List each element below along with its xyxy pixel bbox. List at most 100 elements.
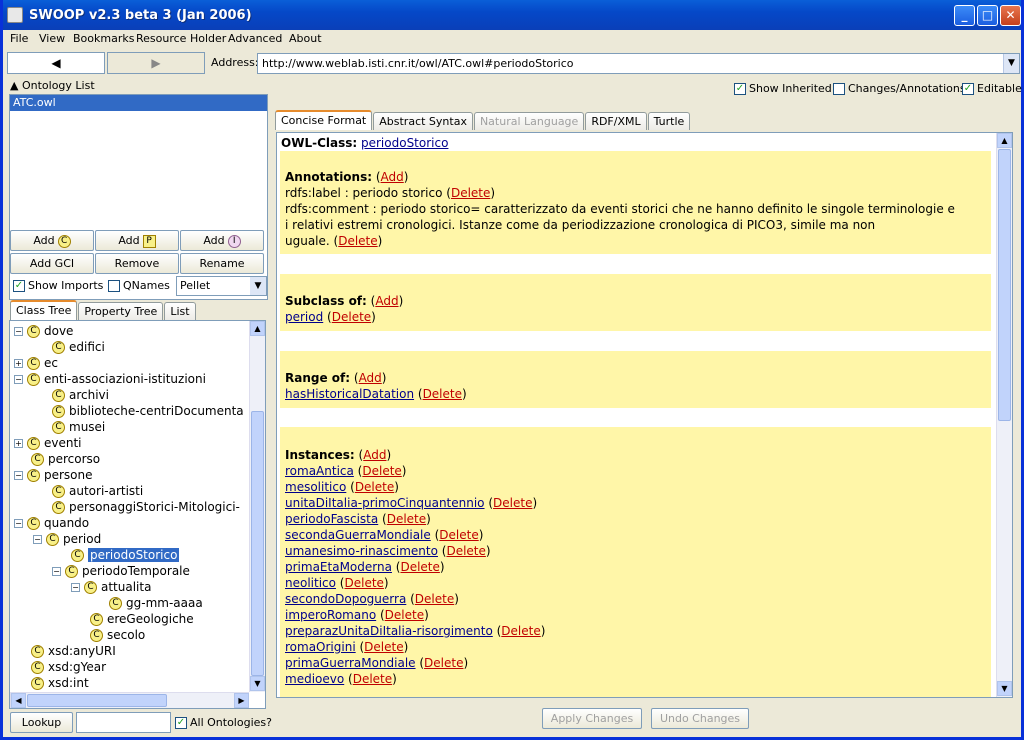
tab-abstract-syntax[interactable]: Abstract Syntax bbox=[373, 112, 473, 130]
tree-node[interactable]: − Cattualita bbox=[71, 579, 151, 595]
tree-node[interactable]: + Ceventi bbox=[14, 435, 82, 451]
instance-link[interactable]: primaGuerraMondiale bbox=[285, 656, 416, 670]
add-instance-link[interactable]: Add bbox=[363, 448, 386, 462]
collapse-icon[interactable]: − bbox=[14, 471, 23, 480]
tree-node[interactable]: Cautori-artisti bbox=[52, 483, 143, 499]
menu-file[interactable]: File bbox=[10, 32, 28, 45]
forward-button[interactable]: ▶ bbox=[107, 52, 205, 74]
editable-checkbox[interactable]: ✓ Editable bbox=[962, 82, 1022, 95]
show-inherited-checkbox[interactable]: ✓ Show Inherited bbox=[734, 82, 832, 95]
close-button[interactable]: ✕ bbox=[1000, 5, 1021, 26]
instance-link[interactable]: mesolitico bbox=[285, 480, 346, 494]
instance-link[interactable]: imperoRomano bbox=[285, 608, 376, 622]
tab-property-tree[interactable]: Property Tree bbox=[78, 302, 164, 320]
delete-link[interactable]: Delete bbox=[424, 656, 463, 670]
tree-node[interactable]: Cedifici bbox=[52, 339, 105, 355]
collapse-icon[interactable]: − bbox=[14, 327, 23, 336]
instance-link[interactable]: romaOrigini bbox=[285, 640, 356, 654]
address-dropdown-icon[interactable]: ▼ bbox=[1003, 54, 1019, 73]
scroll-thumb[interactable] bbox=[27, 694, 167, 707]
tree-node[interactable]: − CperiodoTemporale bbox=[52, 563, 190, 579]
delete-link[interactable]: Delete bbox=[451, 186, 490, 200]
delete-link[interactable]: Delete bbox=[353, 672, 392, 686]
collapse-icon[interactable]: − bbox=[71, 583, 80, 592]
qnames-checkbox[interactable]: QNames bbox=[108, 279, 170, 292]
tree-node[interactable]: − Cperiod bbox=[33, 531, 101, 547]
scroll-right-icon[interactable]: ▶ bbox=[234, 693, 249, 708]
changes-annotations-checkbox[interactable]: Changes/Annotations bbox=[833, 82, 966, 95]
remove-button[interactable]: Remove bbox=[95, 253, 179, 274]
instance-link[interactable]: medioevo bbox=[285, 672, 344, 686]
tree-node[interactable]: Cbiblioteche-centriDocumenta bbox=[52, 403, 244, 419]
collapse-icon[interactable]: − bbox=[14, 519, 23, 528]
tree-node-selected[interactable]: CperiodoStorico bbox=[71, 547, 180, 563]
expand-icon[interactable]: + bbox=[14, 359, 23, 368]
tree-node[interactable]: − Cpersone bbox=[14, 467, 93, 483]
minimize-button[interactable]: _ bbox=[954, 5, 975, 26]
menu-resource-holder[interactable]: Resource Holder bbox=[136, 32, 226, 45]
delete-link[interactable]: Delete bbox=[415, 592, 454, 606]
tree-node[interactable]: + Cec bbox=[14, 355, 58, 371]
delete-link[interactable]: Delete bbox=[423, 387, 462, 401]
tab-concise-format[interactable]: Concise Format bbox=[275, 110, 373, 130]
class-tree[interactable]: − Cdove Cedifici + Cec − Centi-associazioni… bbox=[9, 320, 266, 709]
tree-node[interactable]: Cgg-mm-aaaa bbox=[109, 595, 203, 611]
tab-rdf-xml[interactable]: RDF/XML bbox=[585, 112, 647, 130]
tree-node[interactable]: Cmusei bbox=[52, 419, 105, 435]
tree-node[interactable]: CpersonaggiStorici-Mitologici- bbox=[52, 499, 240, 515]
delete-link[interactable]: Delete bbox=[355, 480, 394, 494]
add-subclass-link[interactable]: Add bbox=[375, 294, 398, 308]
delete-link[interactable]: Delete bbox=[362, 464, 401, 478]
tree-node[interactable]: Cpercorso bbox=[31, 451, 100, 467]
instance-link[interactable]: secondaGuerraMondiale bbox=[285, 528, 431, 542]
collapse-icon[interactable]: − bbox=[52, 567, 61, 576]
scroll-left-icon[interactable]: ◀ bbox=[11, 693, 26, 708]
all-ontologies-checkbox[interactable]: ✓ All Ontologies? bbox=[175, 716, 272, 729]
lookup-input[interactable] bbox=[76, 712, 171, 733]
owl-class-link[interactable]: periodoStorico bbox=[361, 136, 448, 150]
instance-link[interactable]: secondoDopoguerra bbox=[285, 592, 406, 606]
maximize-button[interactable]: □ bbox=[977, 5, 998, 26]
instance-link[interactable]: neolitico bbox=[285, 576, 336, 590]
delete-link[interactable]: Delete bbox=[446, 544, 485, 558]
tab-class-tree[interactable]: Class Tree bbox=[10, 300, 78, 320]
tree-node[interactable]: Carchivi bbox=[52, 387, 109, 403]
tree-node[interactable]: − Cquando bbox=[14, 515, 89, 531]
add-individual-button[interactable]: Add I bbox=[180, 230, 264, 251]
address-field[interactable]: http://www.weblab.isti.cnr.it/owl/ATC.ow… bbox=[257, 53, 1020, 74]
delete-link[interactable]: Delete bbox=[338, 234, 377, 248]
delete-link[interactable]: Delete bbox=[493, 496, 532, 510]
scroll-thumb[interactable] bbox=[998, 149, 1011, 421]
tab-natural-language[interactable]: Natural Language bbox=[473, 112, 585, 130]
expand-icon[interactable]: + bbox=[14, 439, 23, 448]
delete-link[interactable]: Delete bbox=[387, 512, 426, 526]
rename-button[interactable]: Rename bbox=[180, 253, 264, 274]
delete-link[interactable]: Delete bbox=[344, 576, 383, 590]
delete-link[interactable]: Delete bbox=[385, 608, 424, 622]
property-link[interactable]: hasHistoricalDatation bbox=[285, 387, 414, 401]
tab-turtle[interactable]: Turtle bbox=[647, 112, 691, 130]
lookup-button[interactable]: Lookup bbox=[10, 712, 73, 733]
add-class-button[interactable]: Add C bbox=[10, 230, 94, 251]
tree-node[interactable]: Csecolo bbox=[90, 627, 145, 643]
scroll-up-icon[interactable]: ▲ bbox=[250, 321, 265, 336]
add-annotation-link[interactable]: Add bbox=[381, 170, 404, 184]
ontology-list-header[interactable]: ▲ Ontology List bbox=[10, 79, 95, 92]
delete-link[interactable]: Delete bbox=[501, 624, 540, 638]
superclass-link[interactable]: period bbox=[285, 310, 323, 324]
delete-link[interactable]: Delete bbox=[364, 640, 403, 654]
add-property-button[interactable]: Add P bbox=[95, 230, 179, 251]
scroll-thumb[interactable] bbox=[251, 411, 264, 676]
add-gci-button[interactable]: Add GCI bbox=[10, 253, 94, 274]
tree-node[interactable]: − Centi-associazioni-istituzioni bbox=[14, 371, 206, 387]
show-imports-checkbox[interactable]: ✓ Show Imports bbox=[13, 279, 103, 292]
tab-list[interactable]: List bbox=[164, 302, 196, 320]
delete-link[interactable]: Delete bbox=[439, 528, 478, 542]
tree-node[interactable]: CereGeologiche bbox=[90, 611, 194, 627]
scroll-down-icon[interactable]: ▼ bbox=[250, 676, 265, 691]
back-button[interactable]: ◀ bbox=[7, 52, 105, 74]
tree-node[interactable]: Cxsd:gYear bbox=[31, 659, 106, 675]
undo-changes-button[interactable]: Undo Changes bbox=[651, 708, 749, 729]
instance-link[interactable]: umanesimo-rinascimento bbox=[285, 544, 438, 558]
menu-bookmarks[interactable]: Bookmarks bbox=[73, 32, 134, 45]
